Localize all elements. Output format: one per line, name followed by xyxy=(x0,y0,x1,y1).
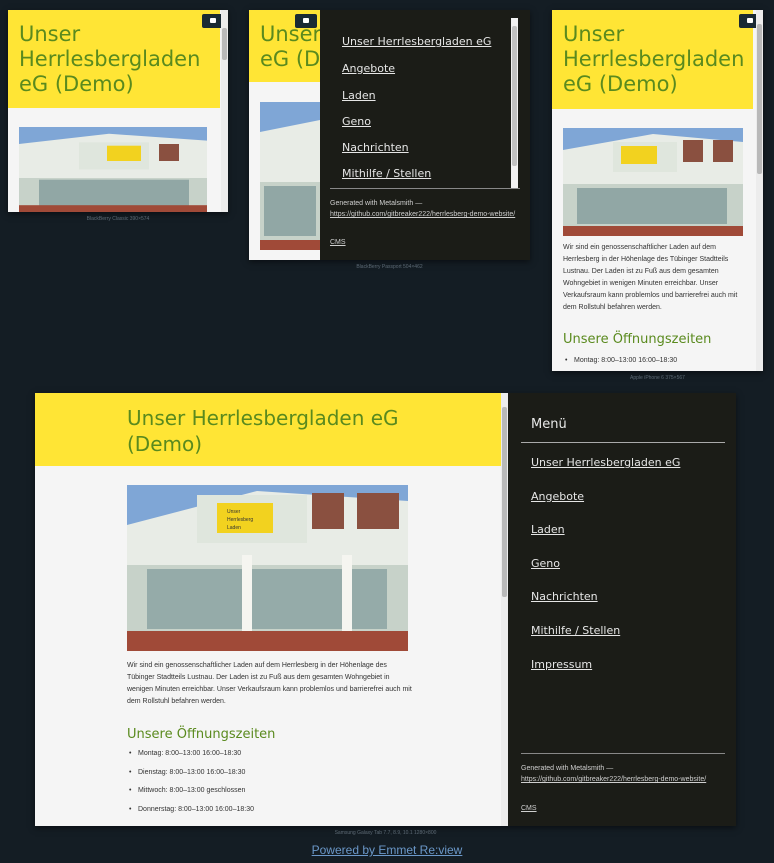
nav-link-geno[interactable]: Geno xyxy=(531,557,560,570)
device-caption: BlackBerry Passport 504×462 xyxy=(356,264,423,270)
powered-by-link[interactable]: Powered by Emmet Re:view xyxy=(0,843,774,857)
device-caption: Apple iPhone 6 375×567 xyxy=(630,375,685,381)
menu-icon xyxy=(210,18,216,23)
site-header: Unser Herrlesbergladen eG (Demo) xyxy=(8,10,220,108)
nav-link-geno[interactable]: Geno xyxy=(342,115,371,128)
nav-link-mithilfe[interactable]: Mithilfe / Stellen xyxy=(342,167,431,180)
hours-title: Unsere Öffnungszeiten xyxy=(563,332,712,347)
menu-divider xyxy=(521,442,725,443)
intro-text: Wir sind ein genossenschaftlicher Laden … xyxy=(127,662,412,705)
shop-sign-text: Herrlesberg xyxy=(227,517,253,523)
site-header: Unser Herrlesbergladen eG (Demo) xyxy=(35,393,501,466)
scrollbar-thumb[interactable] xyxy=(222,28,227,60)
hours-item: Montag: 8:00–13:00 16:00–18:30 xyxy=(565,357,677,364)
shop-photo xyxy=(19,127,207,212)
hours-item: Montag: 8:00–13:00 16:00–18:30 xyxy=(129,750,241,757)
device-preview-iphone-6: Unser Herrlesbergladen eG (Demo) Wir sin… xyxy=(552,10,763,371)
intro-text: Wir sind ein genossenschaftlicher Laden … xyxy=(563,244,738,311)
site-title: Unser eG (D xyxy=(260,22,322,71)
footer-cms-link[interactable]: CMS xyxy=(521,805,537,812)
shop-building-image xyxy=(563,128,743,236)
hours-item: Mittwoch: 8:00–13:00 geschlossen xyxy=(129,787,245,794)
device-caption: Samsung Galaxy Tab 7.7, 8.9, 10.1 1280×8… xyxy=(334,830,437,836)
nav-list: Unser Herrlesbergladen eG Angebote Laden… xyxy=(320,10,520,188)
nav-link-laden[interactable]: Laden xyxy=(531,523,565,536)
nav-link-mithilfe[interactable]: Mithilfe / Stellen xyxy=(531,624,620,637)
device-preview-blackberry-passport: Unser eG (D Unser Herrlesbergladen eG An… xyxy=(249,10,530,260)
hours-title: Unsere Öffnungszeiten xyxy=(127,727,276,742)
scrollbar[interactable] xyxy=(756,10,763,371)
nav-link-angebote[interactable]: Angebote xyxy=(342,62,395,75)
footer-github-link[interactable]: https://github.com/gitbreaker222/herrles… xyxy=(330,211,515,218)
site-title: Unser Herrlesbergladen eG (Demo) xyxy=(127,406,399,456)
nav-divider xyxy=(330,188,520,189)
shop-photo xyxy=(563,128,743,236)
shop-building-image xyxy=(19,127,207,212)
nav-link-impressum[interactable]: Impressum xyxy=(531,658,592,671)
menu-title: Menü xyxy=(531,417,567,432)
nav-scrollbar-thumb[interactable] xyxy=(512,26,517,166)
scrollbar-thumb[interactable] xyxy=(757,24,762,174)
nav-link-angebote[interactable]: Angebote xyxy=(531,490,584,503)
nav-scrollbar[interactable] xyxy=(511,18,518,188)
menu-icon xyxy=(747,18,753,23)
nav-link-laden[interactable]: Laden xyxy=(342,89,376,102)
footer-generated: Generated with Metalsmith — https://gith… xyxy=(521,765,707,783)
device-caption: BlackBerry Classic 390×574 xyxy=(86,216,150,222)
nav-link-nachrichten[interactable]: Nachrichten xyxy=(342,141,409,154)
shop-photo xyxy=(260,102,320,250)
nav-link-home[interactable]: Unser Herrlesbergladen eG xyxy=(342,35,491,48)
scrollbar[interactable] xyxy=(501,393,508,826)
hours-item: Dienstag: 8:00–13:00 16:00–18:30 xyxy=(129,769,245,776)
menu-toggle-button[interactable] xyxy=(295,14,317,28)
menu-icon xyxy=(303,18,309,23)
nav-sidebar: Menü Unser Herrlesbergladen eG Angebote … xyxy=(508,393,736,826)
shop-building-image: Unser Herrlesberg Laden xyxy=(127,485,408,651)
shop-photo: Unser Herrlesberg Laden xyxy=(127,485,408,651)
device-preview-blackberry-classic: Unser Herrlesbergladen eG (Demo) xyxy=(8,10,228,212)
footer-github-link[interactable]: https://github.com/gitbreaker222/herrles… xyxy=(521,776,706,783)
site-header: Unser Herrlesbergladen eG (Demo) xyxy=(552,10,753,109)
shop-sign-text: Laden xyxy=(227,525,241,531)
nav-link-nachrichten[interactable]: Nachrichten xyxy=(531,590,598,603)
nav-divider xyxy=(521,753,725,754)
site-title: Unser Herrlesbergladen eG (Demo) xyxy=(563,22,745,96)
nav-link-home[interactable]: Unser Herrlesbergladen eG xyxy=(531,456,680,469)
footer-generated: Generated with Metalsmith — https://gith… xyxy=(330,200,516,218)
shop-sign-text: Unser xyxy=(227,509,241,515)
device-preview-galaxy-tab: Unser Herrlesbergladen eG (Demo) Unser H… xyxy=(35,393,736,826)
shop-building-image xyxy=(260,102,320,250)
footer-cms-link[interactable]: CMS xyxy=(330,239,346,246)
hours-item: Donnerstag: 8:00–13:00 16:00–18:30 xyxy=(129,806,254,813)
scrollbar[interactable] xyxy=(221,10,228,212)
site-title: Unser Herrlesbergladen eG (Demo) xyxy=(19,22,201,96)
nav-drawer: Unser Herrlesbergladen eG Angebote Laden… xyxy=(320,10,530,260)
scrollbar-thumb[interactable] xyxy=(502,407,507,597)
